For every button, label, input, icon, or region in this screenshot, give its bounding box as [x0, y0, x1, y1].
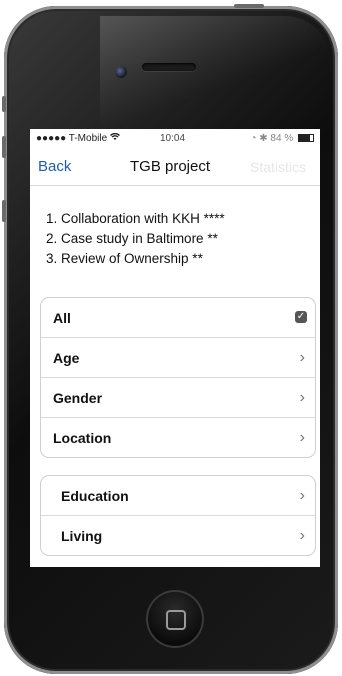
earpiece-speaker: [142, 63, 196, 71]
statistics-button[interactable]: Statistics: [250, 159, 306, 175]
filter-row-education[interactable]: Education ›: [41, 476, 315, 515]
status-time: 10:04: [160, 133, 186, 144]
wifi-icon: [109, 132, 120, 144]
filter-label: Gender: [53, 390, 103, 406]
phone-screen: ●●●●● T-Mobile 10:04 ◔ ✱ 84 % Back TGB p…: [30, 129, 320, 567]
filter-label: Location: [53, 430, 112, 446]
mute-switch: [2, 96, 6, 112]
chevron-right-icon: ›: [299, 487, 305, 504]
battery-percent: 84 %: [270, 133, 294, 144]
chevron-right-icon: ›: [299, 389, 305, 406]
filter-row-all[interactable]: All ✓: [41, 298, 315, 337]
status-right: ◔ ✱ 84 %: [250, 133, 314, 144]
glass-glare: [100, 16, 332, 124]
project-list: 1. Collaboration with KKH **** 2. Case s…: [46, 209, 316, 269]
home-button[interactable]: [146, 590, 204, 648]
chevron-right-icon: ›: [299, 527, 305, 544]
filter-row-living[interactable]: Living ›: [41, 515, 315, 555]
filter-label: Living: [61, 528, 103, 544]
navigation-bar: Back TGB project Statistics: [30, 147, 320, 186]
page-title: TGB project: [130, 158, 211, 175]
project-item: 2. Case study in Baltimore **: [46, 231, 218, 246]
front-camera: [115, 66, 127, 78]
filter-group-primary: All ✓ Age › Gender › Location ›: [40, 297, 316, 458]
carrier-label: ●●●●● T-Mobile: [36, 132, 120, 144]
chevron-right-icon: ›: [299, 349, 305, 366]
bluetooth-icon: ✱: [259, 133, 268, 144]
back-button[interactable]: Back: [38, 158, 71, 175]
filter-label: All: [53, 310, 71, 326]
filter-row-location[interactable]: Location ›: [41, 417, 315, 457]
battery-icon: [298, 134, 314, 143]
carrier-text: ●●●●● T-Mobile: [36, 133, 108, 144]
status-bar: ●●●●● T-Mobile 10:04 ◔ ✱ 84 %: [30, 129, 320, 147]
filter-label: Age: [53, 350, 80, 366]
project-item: 1. Collaboration with KKH ****: [46, 211, 225, 226]
home-square-icon: [166, 610, 186, 630]
volume-down-button: [2, 200, 6, 222]
volume-up-button: [2, 136, 6, 158]
checkbox-checked-icon[interactable]: ✓: [295, 311, 307, 323]
filter-row-age[interactable]: Age ›: [41, 337, 315, 377]
alarm-icon: ◔: [250, 133, 257, 144]
filter-row-gender[interactable]: Gender ›: [41, 377, 315, 417]
power-button: [234, 4, 264, 8]
filter-group-secondary: Education › Living ›: [40, 475, 316, 556]
filter-label: Education: [61, 488, 129, 504]
project-item: 3. Review of Ownership **: [46, 251, 203, 266]
chevron-right-icon: ›: [299, 429, 305, 446]
